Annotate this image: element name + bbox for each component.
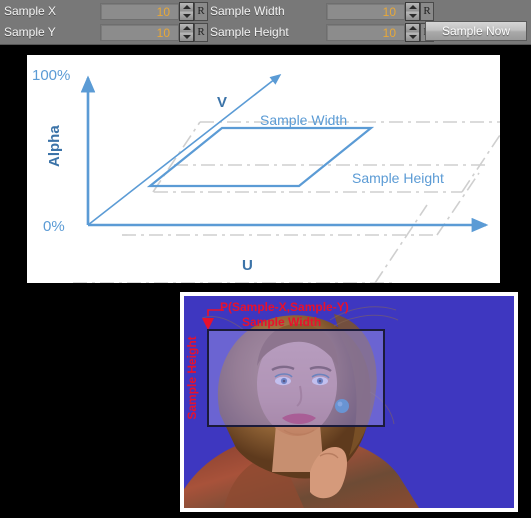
sample-width-annotation: Sample Width	[260, 112, 347, 128]
sample-selection-rect[interactable]	[207, 329, 385, 427]
sample-region-parallelogram	[146, 126, 375, 188]
sample-height-input[interactable]: 10	[326, 24, 405, 41]
sample-height-label: Sample Height	[210, 25, 289, 39]
sample-y-stepper[interactable]	[179, 23, 194, 42]
sample-height-stepper[interactable]	[405, 23, 420, 42]
v-axis	[87, 74, 282, 226]
sample-y-input[interactable]: 10	[100, 24, 179, 41]
sample-x-label: Sample X	[4, 4, 57, 18]
sample-point-label: P(Sample-X,Sample-Y)	[220, 300, 349, 314]
chevron-up-icon[interactable]	[408, 5, 417, 9]
sample-preview-panel: P(Sample-X,Sample-Y) Sample Width Sample…	[180, 292, 518, 512]
field-group-sample-width: Sample Width 10 R	[206, 2, 434, 21]
sample-x-input[interactable]: 10	[100, 3, 179, 20]
sample-width-overlay-label: Sample Width	[242, 315, 321, 329]
preview-canvas: P(Sample-X,Sample-Y) Sample Width Sample…	[184, 296, 514, 508]
sample-width-input[interactable]: 10	[326, 3, 405, 20]
chevron-up-icon[interactable]	[408, 26, 417, 30]
sample-preview-image[interactable]: P(Sample-X,Sample-Y) Sample Width Sample…	[184, 296, 514, 508]
sample-x-stepper[interactable]	[179, 2, 194, 21]
field-group-sample-y: Sample Y 10 R	[0, 23, 208, 42]
chevron-down-icon[interactable]	[182, 14, 191, 18]
sample-height-overlay-label: Sample Height	[185, 336, 199, 419]
ground-plane-grid	[73, 121, 500, 283]
uv-alpha-diagram: 100% 0% Alpha U V Sample Width Sample He…	[32, 67, 500, 283]
sample-width-reset-button[interactable]: R	[420, 2, 434, 21]
sample-y-label: Sample Y	[4, 25, 56, 39]
sample-width-stepper[interactable]	[405, 2, 420, 21]
field-group-sample-height: Sample Height 10 R	[206, 23, 434, 42]
alpha-max-label: 100%	[32, 67, 70, 84]
uv-alpha-diagram-panel: 100% 0% Alpha U V Sample Width Sample He…	[27, 55, 500, 283]
field-group-sample-x: Sample X 10 R	[0, 2, 208, 21]
v-axis-title: V	[217, 94, 227, 111]
u-axis-title: U	[242, 257, 253, 274]
chevron-up-icon[interactable]	[182, 26, 191, 30]
alpha-axis-title: Alpha	[46, 125, 63, 167]
sample-height-annotation: Sample Height	[352, 170, 444, 186]
alpha-min-label: 0%	[43, 218, 65, 235]
chevron-down-icon[interactable]	[408, 35, 417, 39]
sample-width-label: Sample Width	[210, 4, 285, 18]
sample-now-button[interactable]: Sample Now	[425, 21, 527, 41]
sample-toolbar: Sample X 10 R Sample Y 10 R Sample Width…	[0, 0, 531, 45]
chevron-down-icon[interactable]	[408, 14, 417, 18]
chevron-down-icon[interactable]	[182, 35, 191, 39]
chevron-up-icon[interactable]	[182, 5, 191, 9]
